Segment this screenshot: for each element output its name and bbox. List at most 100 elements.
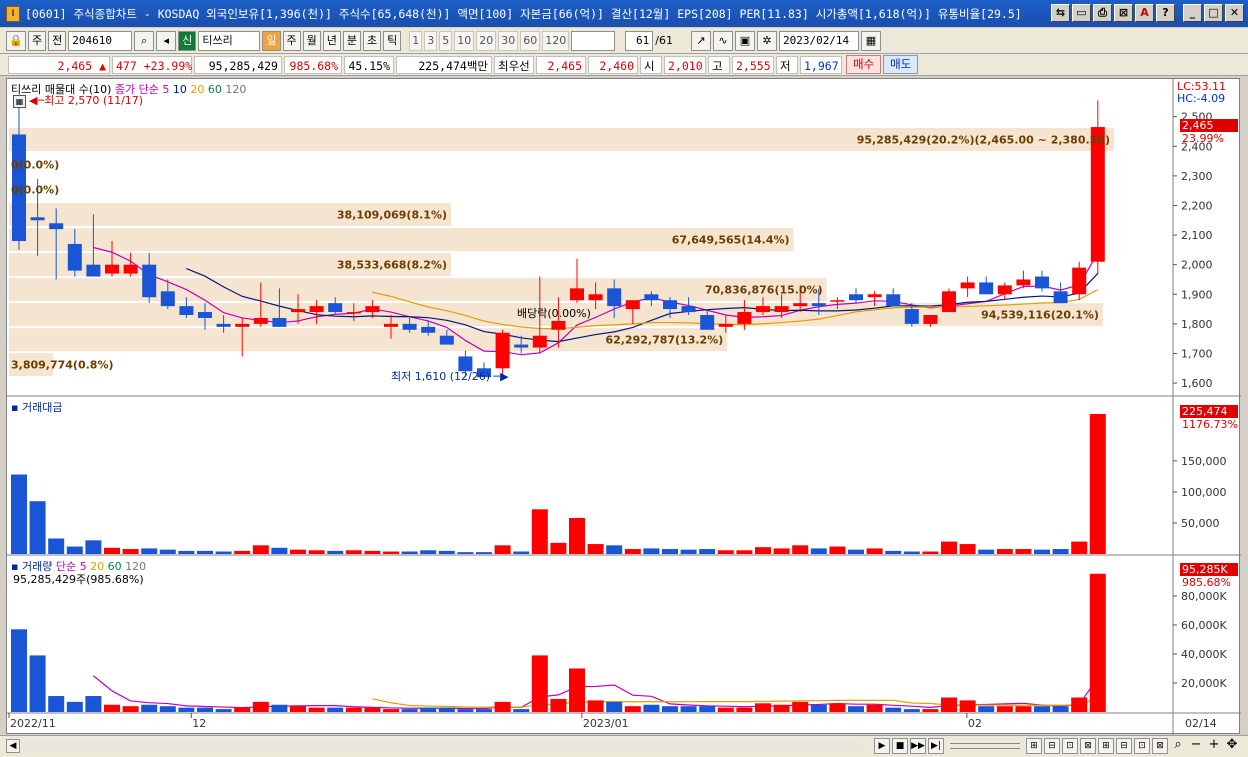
candle-body <box>979 282 994 295</box>
period-select[interactable]: 주 <box>28 30 47 51</box>
volume-tick-label: 60,000K <box>1181 619 1227 632</box>
end-icon[interactable]: ▶| <box>928 738 944 754</box>
price-tick-label: 2,100 <box>1181 229 1213 242</box>
volume-bar <box>996 706 1013 712</box>
help-icon[interactable]: ? <box>1156 4 1175 22</box>
amount-bars-layer <box>11 414 1106 554</box>
interval-second[interactable]: 초 <box>363 30 382 51</box>
font-icon[interactable]: A <box>1135 4 1154 22</box>
zoom-tool-6-icon[interactable]: ⊟ <box>1116 738 1132 754</box>
minute-20[interactable]: 20 <box>476 30 497 51</box>
volume-bar <box>178 707 195 712</box>
zoom-tool-3-icon[interactable]: ⊡ <box>1062 738 1078 754</box>
minute-30[interactable]: 30 <box>498 30 519 51</box>
play-icon[interactable]: ▶ <box>874 738 890 754</box>
next-icon[interactable]: ▶▶ <box>910 738 926 754</box>
zoom-in-icon[interactable]: + <box>1206 738 1222 754</box>
volume-bar <box>401 709 418 712</box>
minute-1[interactable]: 1 <box>409 30 423 51</box>
zoom-search-icon[interactable]: ⌕ <box>1170 738 1186 754</box>
volume-bar <box>513 709 530 712</box>
link-icon[interactable]: ⇆ <box>1051 4 1070 22</box>
zoom-tool-4-icon[interactable]: ⊠ <box>1080 738 1096 754</box>
candle-body <box>923 315 938 324</box>
high-price: 2,555 <box>732 55 774 74</box>
candle-body <box>793 303 808 307</box>
chart-type-icon[interactable]: ∿ <box>712 30 733 51</box>
ma10-label: 10 <box>172 83 187 96</box>
tool-arrow-icon[interactable]: ↗ <box>690 30 711 51</box>
minute-60[interactable]: 60 <box>520 30 541 51</box>
prev-button[interactable]: 전 <box>48 30 67 51</box>
candle-body <box>607 288 622 307</box>
volume-bar <box>755 703 771 712</box>
count-total: /61 <box>655 34 673 47</box>
interval-tick[interactable]: 틱 <box>383 30 402 51</box>
grid-toggle-icon[interactable]: ▦ <box>13 95 26 108</box>
volume-bar <box>1071 697 1088 712</box>
zoom-out-icon[interactable]: − <box>1188 738 1204 754</box>
save-icon[interactable]: ▣ <box>734 30 755 51</box>
minute-120[interactable]: 120 <box>542 30 570 51</box>
volume-bar <box>252 701 269 712</box>
interval-year[interactable]: 년 <box>322 30 341 51</box>
chart-area[interactable]: 2,500 2,400 2,300 2,200 2,100 2,000 1,900 1,800… <box>6 78 1241 735</box>
tile-icon[interactable]: ▭ <box>1072 4 1091 22</box>
volume-bar <box>587 700 604 712</box>
candle-body <box>272 317 287 327</box>
x-last-date: 02/14 <box>1185 717 1217 730</box>
lock-icon[interactable]: 🔒 <box>6 30 26 51</box>
amount-bar <box>271 547 288 554</box>
buy-button[interactable]: 매수 <box>846 55 882 74</box>
interval-week[interactable]: 주 <box>282 30 301 51</box>
count-input[interactable]: 61 <box>625 30 654 51</box>
candle-body <box>514 344 529 348</box>
zoom-tool-8-icon[interactable]: ⊠ <box>1152 738 1168 754</box>
volume-bar <box>85 696 102 712</box>
pin-icon[interactable]: ⊠ <box>1114 4 1133 22</box>
minute-3[interactable]: 3 <box>424 30 438 51</box>
amount-bar <box>643 548 660 554</box>
print-icon[interactable]: ⎙ <box>1093 4 1112 22</box>
stock-code-input[interactable]: 204610 <box>68 30 133 51</box>
amount-bar <box>885 550 902 554</box>
zoom-tool-1-icon[interactable]: ⊞ <box>1026 738 1042 754</box>
interval-day[interactable]: 일 <box>262 30 281 51</box>
scroll-track[interactable] <box>22 741 862 751</box>
maximize-icon[interactable]: □ <box>1204 4 1223 22</box>
amount-tick-label: 100,000 <box>1181 486 1227 499</box>
amount-bar <box>345 550 362 554</box>
minute-10[interactable]: 10 <box>454 30 475 51</box>
date-input[interactable]: 2023/02/14 <box>778 30 859 51</box>
volume-info: 95,285,429주(985.68%) <box>13 573 144 586</box>
interval-month[interactable]: 월 <box>302 30 321 51</box>
interval-minute[interactable]: 분 <box>342 30 361 51</box>
custom-interval-input[interactable] <box>571 30 616 51</box>
fullscreen-icon[interactable]: ✥ <box>1224 738 1240 754</box>
speaker-icon[interactable]: ◂ <box>156 30 177 51</box>
amount-bar <box>922 551 939 554</box>
settings-icon[interactable]: ✲ <box>756 30 777 51</box>
candle-body <box>216 323 231 327</box>
calendar-icon[interactable]: ▦ <box>860 30 881 51</box>
scroll-left-icon[interactable]: ◀ <box>6 739 20 753</box>
stop-icon[interactable]: ■ <box>892 738 908 754</box>
search-icon[interactable]: ⌕ <box>134 30 155 51</box>
zoom-slider[interactable] <box>950 743 1020 749</box>
title-buttons: ⇆ ▭ ⎙ ⊠ A ? _ □ ✕ <box>1051 4 1244 22</box>
volume-bar <box>308 707 325 712</box>
close-icon[interactable]: ✕ <box>1225 4 1244 22</box>
candle-body <box>198 312 212 318</box>
stock-name-field[interactable]: 티쓰리 <box>198 30 261 51</box>
open-price: 2,010 <box>664 55 706 74</box>
zoom-tool-7-icon[interactable]: ⊡ <box>1134 738 1150 754</box>
minute-5[interactable]: 5 <box>439 30 453 51</box>
ma60-label: 60 <box>207 83 222 96</box>
amount-bar <box>290 549 306 554</box>
sell-button[interactable]: 매도 <box>883 55 919 74</box>
volume-bar <box>476 709 492 712</box>
zoom-tool-2-icon[interactable]: ⊟ <box>1044 738 1060 754</box>
candle-body <box>384 323 398 327</box>
zoom-tool-5-icon[interactable]: ⊞ <box>1098 738 1114 754</box>
minimize-icon[interactable]: _ <box>1183 4 1202 22</box>
